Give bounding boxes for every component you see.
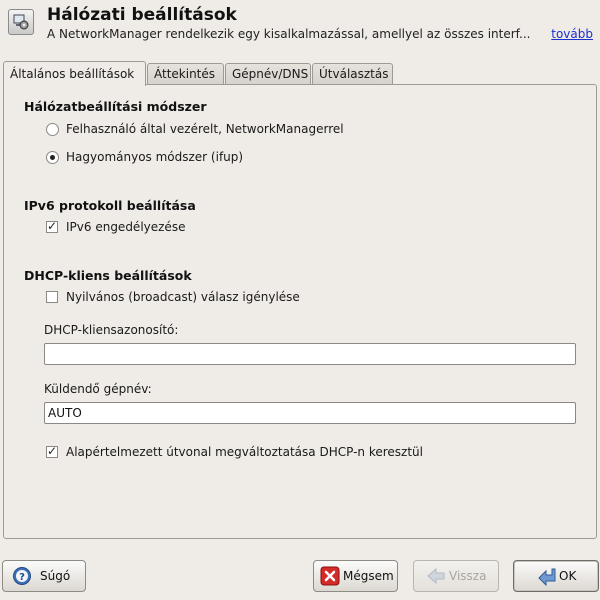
more-link[interactable]: tovább [551, 27, 593, 41]
hostname-input[interactable]: AUTO [44, 402, 576, 424]
ok-button[interactable]: OK [513, 560, 599, 592]
dhcp-client-id-input[interactable] [44, 343, 576, 365]
network-settings-icon [8, 9, 34, 35]
back-button[interactable]: Vissza [413, 560, 499, 592]
tab-overview[interactable]: Áttekintés [147, 63, 224, 85]
back-arrow-icon [427, 567, 445, 585]
network-method-heading: Hálózatbeállítási módszer [24, 99, 207, 114]
radio-button[interactable] [46, 123, 59, 136]
tab-label: Áttekintés [154, 67, 216, 81]
checkbox[interactable] [46, 443, 58, 459]
tab-routing[interactable]: Útválasztás [312, 63, 393, 85]
cancel-icon [320, 566, 340, 586]
back-label: Vissza [449, 569, 487, 583]
checkbox-label: IPv6 engedélyezése [66, 220, 186, 234]
enter-arrow-icon [538, 568, 556, 586]
dhcp-heading: DHCP-kliens beállítások [24, 268, 192, 283]
radio-button[interactable] [46, 151, 59, 164]
checkbox-label: Nyilvános (broadcast) válasz igénylése [66, 290, 300, 304]
checkbox-label: Alapértelmezett útvonal megváltoztatása … [66, 445, 423, 459]
page-subtitle: A NetworkManager rendelkezik egy kisalka… [47, 27, 531, 41]
page-title: Hálózati beállítások [47, 5, 237, 25]
dhcp-client-id-label: DHCP-kliensazonosító: [44, 323, 179, 337]
radio-label: Felhasználó által vezérelt, NetworkManag… [66, 122, 344, 136]
checkbox[interactable] [46, 218, 58, 234]
tab-hostname-dns[interactable]: Gépnév/DNS [225, 63, 311, 85]
cancel-button[interactable]: Mégsem [313, 560, 398, 592]
ipv6-heading: IPv6 protokoll beállítása [24, 198, 196, 213]
help-icon: ? [13, 567, 31, 585]
general-settings-panel: Hálózatbeállítási módszer Felhasználó ál… [3, 84, 597, 539]
help-button[interactable]: ? Súgó [2, 560, 86, 592]
tab-label: Általános beállítások [10, 67, 135, 81]
tab-label: Útválasztás [319, 67, 389, 81]
checkbox[interactable] [46, 291, 58, 303]
dialog-header: Hálózati beállítások A NetworkManager re… [0, 0, 600, 56]
cancel-label: Mégsem [343, 569, 394, 583]
radio-label: Hagyományos módszer (ifup) [66, 150, 244, 164]
tab-general-settings[interactable]: Általános beállítások [3, 61, 146, 86]
svg-text:?: ? [19, 572, 25, 583]
ok-label: OK [559, 569, 577, 583]
hostname-label: Küldendő gépnév: [44, 382, 152, 396]
help-label: Súgó [40, 569, 71, 583]
tab-label: Gépnév/DNS [232, 67, 309, 81]
